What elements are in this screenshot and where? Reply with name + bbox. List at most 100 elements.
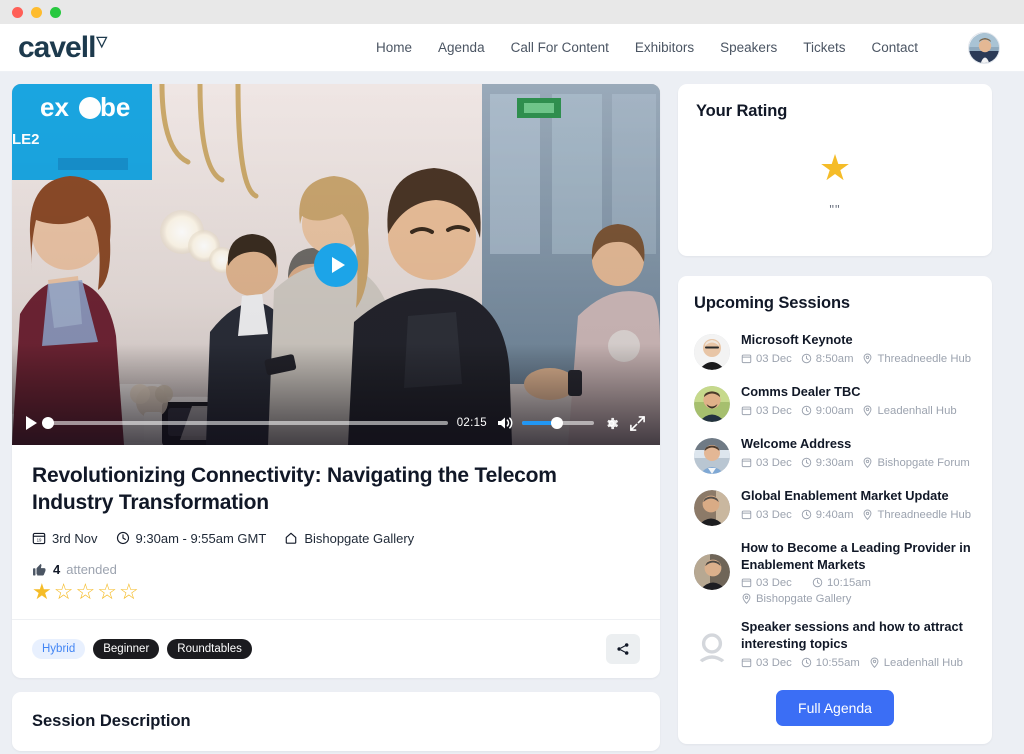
session-date: 03 Dec (741, 577, 803, 589)
calendar-icon (741, 406, 752, 416)
tag-beginner[interactable]: Beginner (93, 638, 160, 659)
list-item[interactable]: Comms Dealer TBC 03 Dec 9:00am Leadenhal… (694, 377, 976, 429)
session-name: Speaker sessions and how to attract inte… (741, 619, 963, 651)
pin-icon (864, 405, 872, 417)
session-time-label: 8:50am (815, 352, 854, 365)
session-time-label: 9:30am - 9:55am GMT (135, 530, 267, 546)
nav-item-agenda[interactable]: Agenda (438, 40, 485, 55)
logo-text: cavell (18, 30, 96, 64)
speaker-avatar (694, 438, 730, 474)
play-icon (331, 256, 345, 273)
full-agenda-button[interactable]: Full Agenda (776, 689, 894, 726)
volume-slider[interactable] (522, 417, 594, 429)
star-2[interactable]: ☆ (54, 580, 74, 603)
nav-item-exhibitors[interactable]: Exhibitors (635, 40, 694, 55)
gear-icon[interactable] (603, 415, 620, 432)
your-rating-star-icon[interactable]: ★ (819, 150, 851, 186)
play-overlay-button[interactable] (314, 242, 358, 287)
play-icon[interactable] (26, 416, 37, 430)
star-5[interactable]: ☆ (119, 580, 139, 603)
main-column: ex be LE2 (12, 84, 660, 751)
nav-item-speakers[interactable]: Speakers (720, 40, 777, 55)
session-location-label: Bishopgate Gallery (756, 593, 852, 606)
attendance-count: 4 (53, 561, 61, 577)
tag-hybrid[interactable]: Hybrid (32, 638, 86, 659)
session-time: 10:55am (801, 657, 860, 669)
session-rating-stars[interactable]: ★ ☆ ☆ ☆ ☆ (32, 580, 640, 619)
nav-item-contact[interactable]: Contact (871, 40, 918, 55)
sidebar-column: Your Rating ★ "" Upcoming Sessions Micro… (678, 84, 992, 744)
page-content: ex be LE2 (0, 72, 1024, 754)
main-menu: Home Agenda Call For Content Exhibitors … (376, 31, 1000, 64)
video-player[interactable]: ex be LE2 (12, 84, 660, 445)
page-title: Revolutionizing Connectivity: Navigating… (32, 464, 557, 514)
maximize-window-button[interactable] (50, 6, 61, 18)
your-rating-card: Your Rating ★ "" (678, 84, 992, 256)
placeholder-avatar (694, 629, 730, 666)
list-item[interactable]: Speaker sessions and how to attract inte… (694, 612, 976, 675)
pin-icon (864, 457, 872, 469)
session-date: 03 Dec (741, 457, 792, 469)
star-3[interactable]: ☆ (75, 580, 95, 603)
session-location-label: Bishopgate Gallery (304, 530, 415, 546)
session-location: Threadneedle Hub (862, 509, 971, 521)
session-time: 9:00am (801, 405, 853, 417)
seek-bar[interactable] (42, 417, 448, 429)
session-location: Threadneedle Hub (862, 353, 971, 365)
session-location: Leadenhall Hub (869, 657, 963, 669)
session-time-label: 9:40am (815, 508, 854, 521)
window-titlebar (0, 0, 1024, 24)
pin-icon (742, 593, 751, 605)
minimize-window-button[interactable] (31, 6, 42, 18)
your-rating-title: Your Rating (696, 102, 788, 120)
clock-icon (801, 353, 812, 364)
session-date-label: 03 Dec (756, 404, 792, 417)
session-location: Bishopgate Gallery (284, 531, 414, 546)
session-time: 10:15am (812, 577, 874, 589)
volume-handle[interactable] (550, 417, 563, 429)
session-location: Leadenhall Hub (862, 405, 957, 417)
fullscreen-icon[interactable] (629, 415, 646, 432)
session-location-label: Bishopgate Forum (877, 456, 970, 469)
list-item[interactable]: Global Enablement Market Update 03 Dec 9… (694, 481, 976, 533)
nav-item-tickets[interactable]: Tickets (803, 40, 845, 55)
session-description-card: Session Description (12, 691, 660, 751)
site-logo[interactable]: cavell ▽ (18, 30, 107, 64)
session-location-label: Leadenhall Hub (883, 656, 963, 669)
star-4[interactable]: ☆ (97, 580, 117, 603)
calendar-icon (741, 510, 752, 520)
svg-text:19: 19 (37, 538, 42, 543)
share-button[interactable] (606, 633, 640, 664)
star-1[interactable]: ★ (32, 580, 52, 603)
tag-roundtables[interactable]: Roundtables (167, 638, 252, 659)
pin-icon (870, 657, 879, 668)
clock-icon (801, 457, 812, 468)
list-item[interactable]: Welcome Address 03 Dec 9:30am Bishopgate… (694, 429, 976, 481)
nav-item-home[interactable]: Home (376, 40, 412, 55)
pin-icon (864, 353, 872, 365)
session-time: 9:30am - 9:55am GMT (116, 530, 267, 546)
volume-icon[interactable] (496, 415, 514, 431)
seek-handle[interactable] (42, 417, 54, 429)
session-name: Comms Dealer TBC (741, 384, 861, 399)
list-item[interactable]: Microsoft Keynote 03 Dec 8:50am Threadne… (694, 325, 976, 377)
list-item[interactable]: How to Become a Leading Provider in Enab… (694, 533, 976, 612)
session-date-label: 03 Dec (756, 456, 792, 469)
session-location-label: Threadneedle Hub (877, 508, 972, 521)
close-window-button[interactable] (12, 6, 23, 18)
avatar[interactable] (968, 31, 1000, 64)
clock-icon (801, 405, 812, 416)
session-time-label: 10:55am (815, 656, 860, 669)
attendance-label: attended (66, 561, 117, 577)
session-description-title: Session Description (32, 711, 191, 730)
current-time-label: 02:15 (456, 417, 487, 429)
nav-item-call-for-content[interactable]: Call For Content (511, 40, 609, 55)
clock-icon (812, 578, 823, 588)
clock-icon (801, 509, 812, 520)
logo-triangle-icon: ▽ (96, 32, 107, 49)
speaker-avatar (694, 386, 730, 422)
session-date-label: 03 Dec (756, 508, 792, 521)
session-time: 9:30am (801, 457, 853, 469)
session-name: Microsoft Keynote (741, 332, 853, 347)
session-date: 03 Dec (741, 405, 792, 417)
